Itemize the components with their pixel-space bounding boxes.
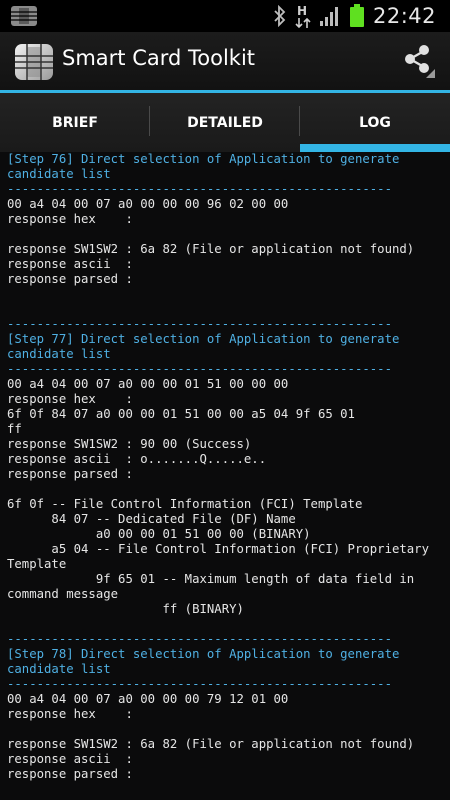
log-line: [Step 77] Direct selection of Applicatio… — [7, 332, 400, 346]
log-line: response parsed : — [7, 467, 133, 481]
tab-brief-label: BRIEF — [52, 114, 98, 131]
network-type-label: H — [296, 4, 308, 18]
log-line: command message — [7, 587, 119, 601]
log-line: ----------------------------------------… — [7, 677, 392, 691]
share-button[interactable] — [402, 42, 436, 80]
log-line: response hex : — [7, 392, 133, 406]
app-title: Smart Card Toolkit — [62, 46, 256, 70]
tab-detailed-label: DETAILED — [187, 114, 263, 131]
log-line: ----------------------------------------… — [7, 362, 392, 376]
tab-log[interactable]: LOG — [300, 93, 450, 152]
log-line: 00 a4 04 00 07 a0 00 00 00 79 12 01 00 — [7, 692, 289, 706]
log-line: response ascii : — [7, 752, 133, 766]
tab-log-label: LOG — [359, 114, 391, 131]
log-line: ----------------------------------------… — [7, 632, 392, 646]
log-line: ff — [7, 422, 22, 436]
smart-card-chip-icon — [15, 44, 53, 80]
log-line: response SW1SW2 : 6a 82 (File or applica… — [7, 737, 415, 751]
log-line: response ascii : o.......Q.....e.. — [7, 452, 267, 466]
log-line: response parsed : — [7, 767, 133, 781]
log-line: 84 07 -- Dedicated File (DF) Name — [7, 512, 296, 526]
log-line: Template — [7, 557, 67, 571]
log-line: response hex : — [7, 707, 133, 721]
bluetooth-icon — [274, 5, 286, 27]
tab-bar: BRIEF DETAILED LOG — [0, 93, 450, 152]
log-line: a5 04 -- File Control Information (FCI) … — [7, 542, 429, 556]
log-line: response ascii : — [7, 257, 133, 271]
log-line: response hex : — [7, 212, 133, 226]
log-line: 00 a4 04 00 07 a0 00 00 01 51 00 00 00 — [7, 377, 289, 391]
log-line: ----------------------------------------… — [7, 317, 392, 331]
battery-icon — [349, 4, 364, 27]
share-icon — [405, 45, 435, 78]
log-line: response SW1SW2 : 6a 82 (File or applica… — [7, 242, 415, 256]
tab-detailed[interactable]: DETAILED — [150, 93, 300, 152]
signal-icon — [319, 7, 338, 26]
log-line: 00 a4 04 00 07 a0 00 00 00 96 02 00 00 — [7, 197, 289, 211]
log-line: 6f 0f -- File Control Information (FCI) … — [7, 497, 363, 511]
log-line: response parsed : — [7, 272, 133, 286]
log-line: a0 00 00 01 51 00 00 (BINARY) — [7, 527, 311, 541]
app-notification-icon — [11, 6, 37, 26]
log-line: ff (BINARY) — [7, 602, 244, 616]
log-line: candidate list — [7, 347, 111, 361]
clock: 22:42 — [372, 4, 436, 28]
log-line: 9f 65 01 -- Maximum length of data field… — [7, 572, 415, 586]
log-line: ----------------------------------------… — [7, 182, 392, 196]
log-output[interactable]: [Step 76] Direct selection of Applicatio… — [0, 152, 450, 800]
log-line: response SW1SW2 : 90 00 (Success) — [7, 437, 252, 451]
action-bar: Smart Card Toolkit — [0, 32, 450, 93]
tab-brief[interactable]: BRIEF — [0, 93, 150, 152]
log-line: candidate list — [7, 167, 111, 181]
log-line: 6f 0f 84 07 a0 00 00 01 51 00 00 a5 04 9… — [7, 407, 355, 421]
status-bar: H 22:42 — [0, 0, 450, 32]
log-line: [Step 76] Direct selection of Applicatio… — [7, 152, 400, 166]
log-line: candidate list — [7, 662, 111, 676]
log-line: [Step 78] Direct selection of Applicatio… — [7, 647, 400, 661]
network-h-icon: H — [295, 3, 311, 29]
